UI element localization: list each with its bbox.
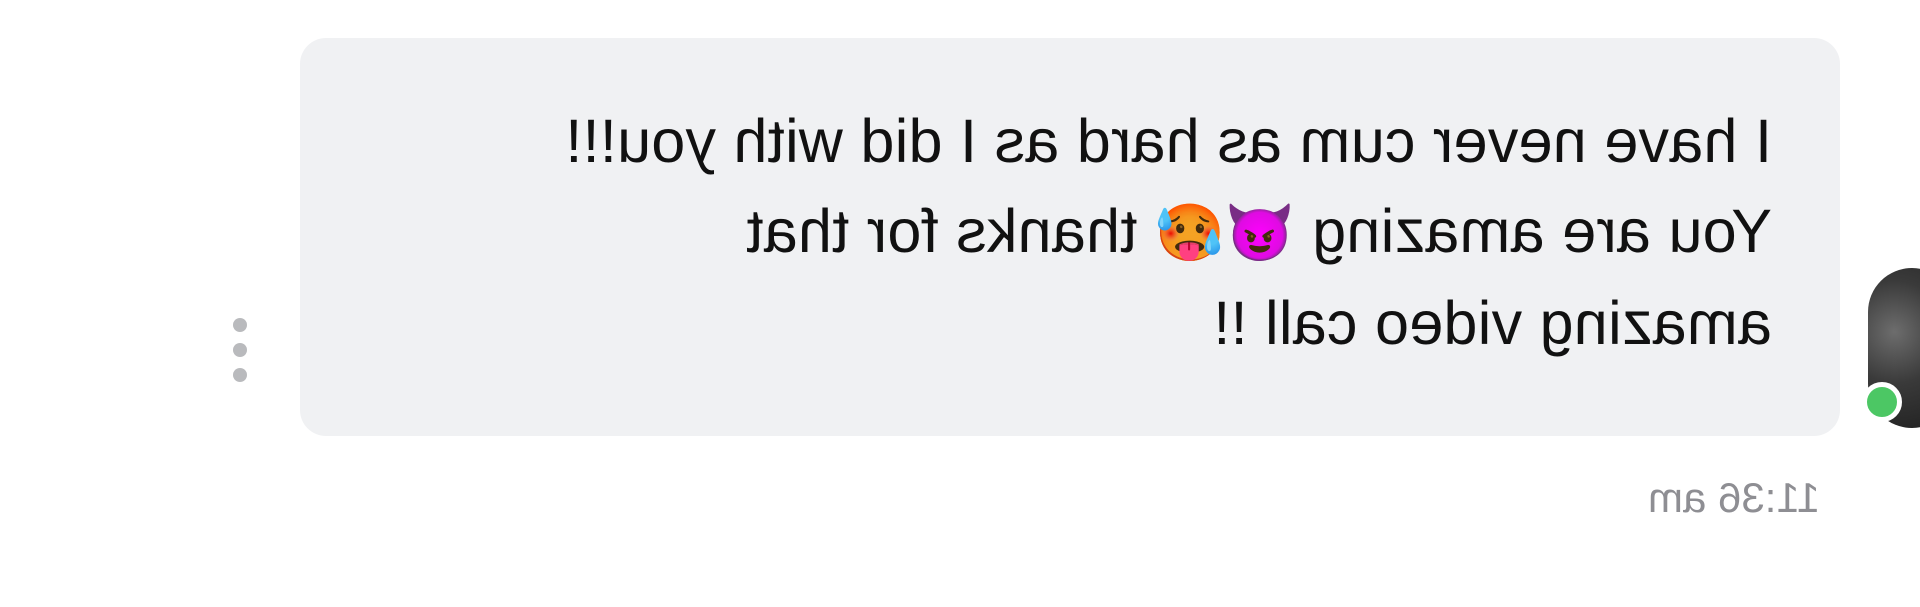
message-line-2-tail: thanks for — [866, 197, 1138, 265]
online-status-indicator — [1862, 382, 1902, 422]
more-options-icon[interactable] — [230, 318, 250, 382]
more-dot — [233, 368, 247, 382]
more-dot — [233, 343, 247, 357]
hot-face-emoji: 🥵 — [1154, 201, 1225, 264]
message-bubble[interactable]: I have never cum as hard as I did with y… — [300, 38, 1840, 436]
message-row: I have never cum as hard as I did with y… — [0, 0, 1920, 607]
mirrored-screen: I have never cum as hard as I did with y… — [0, 0, 1920, 607]
more-dot — [233, 318, 247, 332]
smiling-devil-emoji: 😈 — [1224, 201, 1295, 264]
message-timestamp: 11:36 am — [1648, 474, 1820, 521]
message-line-1: I have never cum as hard as I did with — [733, 107, 1772, 175]
message-text: I have never cum as hard as I did with y… — [512, 96, 1772, 368]
